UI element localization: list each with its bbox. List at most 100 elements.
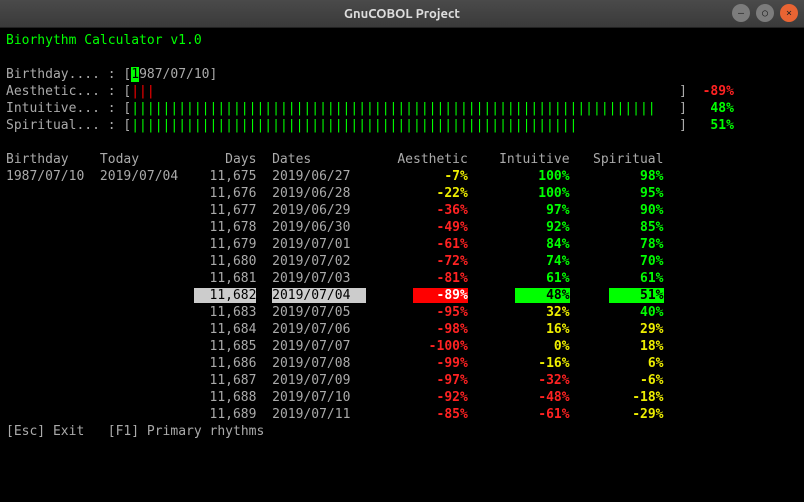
cell-aesthetic: -49% xyxy=(413,220,468,235)
table-row: 11,677 2019/06/29 -36% 97% 90% xyxy=(6,202,798,219)
cell-days: 11,687 xyxy=(194,373,257,388)
cell-date: 2019/07/09 xyxy=(272,373,366,388)
cell-date: 2019/07/10 xyxy=(272,390,366,405)
cell-aesthetic: -36% xyxy=(413,203,468,218)
cell-days: 11,677 xyxy=(194,203,257,218)
cell-spiritual: 29% xyxy=(609,322,664,337)
table-header: Birthday Today Days Dates Aesthetic Intu… xyxy=(6,151,798,168)
table-row: 11,676 2019/06/28 -22% 100% 95% xyxy=(6,185,798,202)
cell-date: 2019/06/29 xyxy=(272,203,366,218)
cell-intuitive: 92% xyxy=(515,220,570,235)
table-row: 1987/07/10 2019/07/04 11,675 2019/06/27 … xyxy=(6,168,798,185)
cell-aesthetic: -72% xyxy=(413,254,468,269)
cell-intuitive: -16% xyxy=(515,356,570,371)
bar-row-1: Intuitive... : [||||||||||||||||||||||||… xyxy=(6,100,798,117)
cell-days: 11,679 xyxy=(194,237,257,252)
cell-spiritual: 51% xyxy=(609,288,664,303)
bar-row-0: Aesthetic... : [||| ] -89% xyxy=(6,83,798,100)
cell-intuitive: 100% xyxy=(515,186,570,201)
cell-aesthetic: -98% xyxy=(413,322,468,337)
hint-esc[interactable]: [Esc] Exit xyxy=(6,424,84,439)
cell-aesthetic: -85% xyxy=(413,407,468,422)
cell-date: 2019/07/08 xyxy=(272,356,366,371)
cell-spiritual: -18% xyxy=(609,390,664,405)
cell-aesthetic: -99% xyxy=(413,356,468,371)
cell-days: 11,686 xyxy=(194,356,257,371)
cell-spiritual: 95% xyxy=(609,186,664,201)
cell-spiritual: 70% xyxy=(609,254,664,269)
cell-date: 2019/07/07 xyxy=(272,339,366,354)
cell-date: 2019/07/06 xyxy=(272,322,366,337)
cell-date: 2019/07/02 xyxy=(272,254,366,269)
cell-date: 2019/06/28 xyxy=(272,186,366,201)
cell-aesthetic: -97% xyxy=(413,373,468,388)
minimize-icon[interactable]: – xyxy=(732,4,750,22)
table-row: 11,682 2019/07/04 -89% 48% 51% xyxy=(6,287,798,304)
cell-days: 11,682 xyxy=(194,288,257,303)
cell-intuitive: 61% xyxy=(515,271,570,286)
cell-spiritual: 90% xyxy=(609,203,664,218)
cell-spiritual: 40% xyxy=(609,305,664,320)
bar-fill: ||||||||||||||||||||||||||||||||||||||||… xyxy=(131,118,577,133)
cell-aesthetic: -100% xyxy=(413,339,468,354)
table-row: 11,684 2019/07/06 -98% 16% 29% xyxy=(6,321,798,338)
cell-aesthetic: -95% xyxy=(413,305,468,320)
cell-spiritual: 78% xyxy=(609,237,664,252)
cell-intuitive: 16% xyxy=(515,322,570,337)
cell-spiritual: 6% xyxy=(609,356,664,371)
cell-intuitive: 97% xyxy=(515,203,570,218)
cell-days: 11,676 xyxy=(194,186,257,201)
cell-intuitive: 32% xyxy=(515,305,570,320)
cell-intuitive: 100% xyxy=(515,169,570,184)
cell-date: 2019/07/01 xyxy=(272,237,366,252)
table-row: 11,678 2019/06/30 -49% 92% 85% xyxy=(6,219,798,236)
cell-days: 11,685 xyxy=(194,339,257,354)
cell-intuitive: 74% xyxy=(515,254,570,269)
table-row: 11,679 2019/07/01 -61% 84% 78% xyxy=(6,236,798,253)
bar-row-2: Spiritual... : [||||||||||||||||||||||||… xyxy=(6,117,798,134)
birthday-value: 987/07/10 xyxy=(139,67,209,82)
table-row: 11,680 2019/07/02 -72% 74% 70% xyxy=(6,253,798,270)
cell-spiritual: 61% xyxy=(609,271,664,286)
cell-date: 2019/07/03 xyxy=(272,271,366,286)
cell-aesthetic: -89% xyxy=(413,288,468,303)
cell-date: 2019/07/05 xyxy=(272,305,366,320)
cell-date: 2019/06/27 xyxy=(272,169,366,184)
cell-days: 11,675 xyxy=(194,169,257,184)
cell-date: 2019/07/11 xyxy=(272,407,366,422)
cell-date: 2019/07/04 xyxy=(272,288,366,303)
table-row: 11,681 2019/07/03 -81% 61% 61% xyxy=(6,270,798,287)
cell-aesthetic: -61% xyxy=(413,237,468,252)
table-row: 11,687 2019/07/09 -97% -32% -6% xyxy=(6,372,798,389)
bar-pct: 51% xyxy=(687,118,734,133)
window-controls: – ○ × xyxy=(732,4,798,22)
cell-intuitive: -61% xyxy=(515,407,570,422)
bar-pct: 48% xyxy=(687,101,734,116)
cell-days: 11,681 xyxy=(194,271,257,286)
maximize-icon[interactable]: ○ xyxy=(756,4,774,22)
close-icon[interactable]: × xyxy=(780,4,798,22)
cell-spiritual: 85% xyxy=(609,220,664,235)
table-row: 11,686 2019/07/08 -99% -16% 6% xyxy=(6,355,798,372)
cell-intuitive: 84% xyxy=(515,237,570,252)
table-row: 11,683 2019/07/05 -95% 32% 40% xyxy=(6,304,798,321)
bar-fill: ||||||||||||||||||||||||||||||||||||||||… xyxy=(131,101,655,116)
hint-f1[interactable]: [F1] Primary rhythms xyxy=(108,424,265,439)
text-cursor: 1 xyxy=(131,67,139,82)
birthday-input-line[interactable]: Birthday.... : [1987/07/10] xyxy=(6,66,798,83)
cell-date: 2019/06/30 xyxy=(272,220,366,235)
cell-aesthetic: -22% xyxy=(413,186,468,201)
cell-days: 11,684 xyxy=(194,322,257,337)
cell-intuitive: -32% xyxy=(515,373,570,388)
cell-days: 11,689 xyxy=(194,407,257,422)
bar-fill: ||| xyxy=(131,84,154,99)
table-row: 11,689 2019/07/11 -85% -61% -29% xyxy=(6,406,798,423)
cell-spiritual: 18% xyxy=(609,339,664,354)
cell-intuitive: -48% xyxy=(515,390,570,405)
cell-intuitive: 0% xyxy=(515,339,570,354)
birthday-label: Birthday.... : xyxy=(6,67,123,82)
cell-aesthetic: -81% xyxy=(413,271,468,286)
bar-pct: -89% xyxy=(687,84,734,99)
cell-aesthetic: -92% xyxy=(413,390,468,405)
cell-days: 11,688 xyxy=(194,390,257,405)
